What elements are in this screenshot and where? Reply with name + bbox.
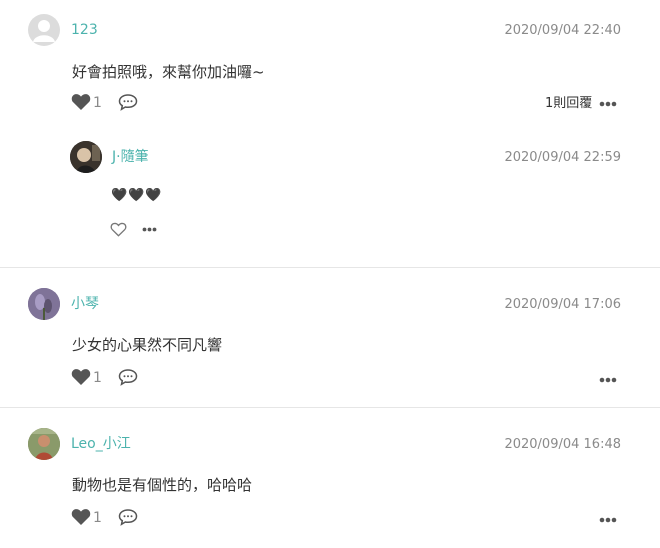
reply-count-link[interactable]: 1則回覆 [545,96,592,112]
reply-username[interactable]: J·隨筆 [112,148,149,166]
reply-timestamp: 2020/09/04 22:59 [504,150,621,165]
comment-icon[interactable] [118,508,138,526]
avatar[interactable] [28,288,60,320]
comment-timestamp: 2020/09/04 16:48 [504,437,621,452]
more-options-icon[interactable] [599,101,617,107]
avatar[interactable] [28,428,60,460]
reply-text: 🖤🖤🖤 [111,188,163,203]
heart-icon[interactable] [71,368,91,386]
more-options-icon[interactable] [599,377,617,383]
heart-icon[interactable] [71,93,91,111]
heart-icon[interactable] [71,508,91,526]
comment-timestamp: 2020/09/04 22:40 [504,23,621,38]
more-options-icon[interactable] [599,517,617,523]
comment-username[interactable]: 123 [71,21,98,39]
comment-username[interactable]: 小琴 [71,295,99,313]
comment-text: 少女的心果然不同凡響 [72,336,223,354]
like-count: 1 [93,370,102,386]
reply-more-options-icon[interactable] [142,227,157,232]
avatar-default[interactable] [28,14,60,46]
comment-divider [0,407,660,408]
comment-text: 動物也是有個性的，哈哈哈 [72,476,253,494]
comment-text: 好會拍照哦，來幫你加油囉~ [72,63,265,81]
heart-outline-icon[interactable] [110,222,127,237]
comment-username[interactable]: Leo_小江 [71,435,131,453]
like-count: 1 [93,95,102,111]
reply-avatar[interactable] [70,141,102,173]
comment-icon[interactable] [118,93,138,111]
comment-icon[interactable] [118,368,138,386]
comment-divider [0,267,660,268]
like-count: 1 [93,510,102,526]
comment-timestamp: 2020/09/04 17:06 [504,297,621,312]
